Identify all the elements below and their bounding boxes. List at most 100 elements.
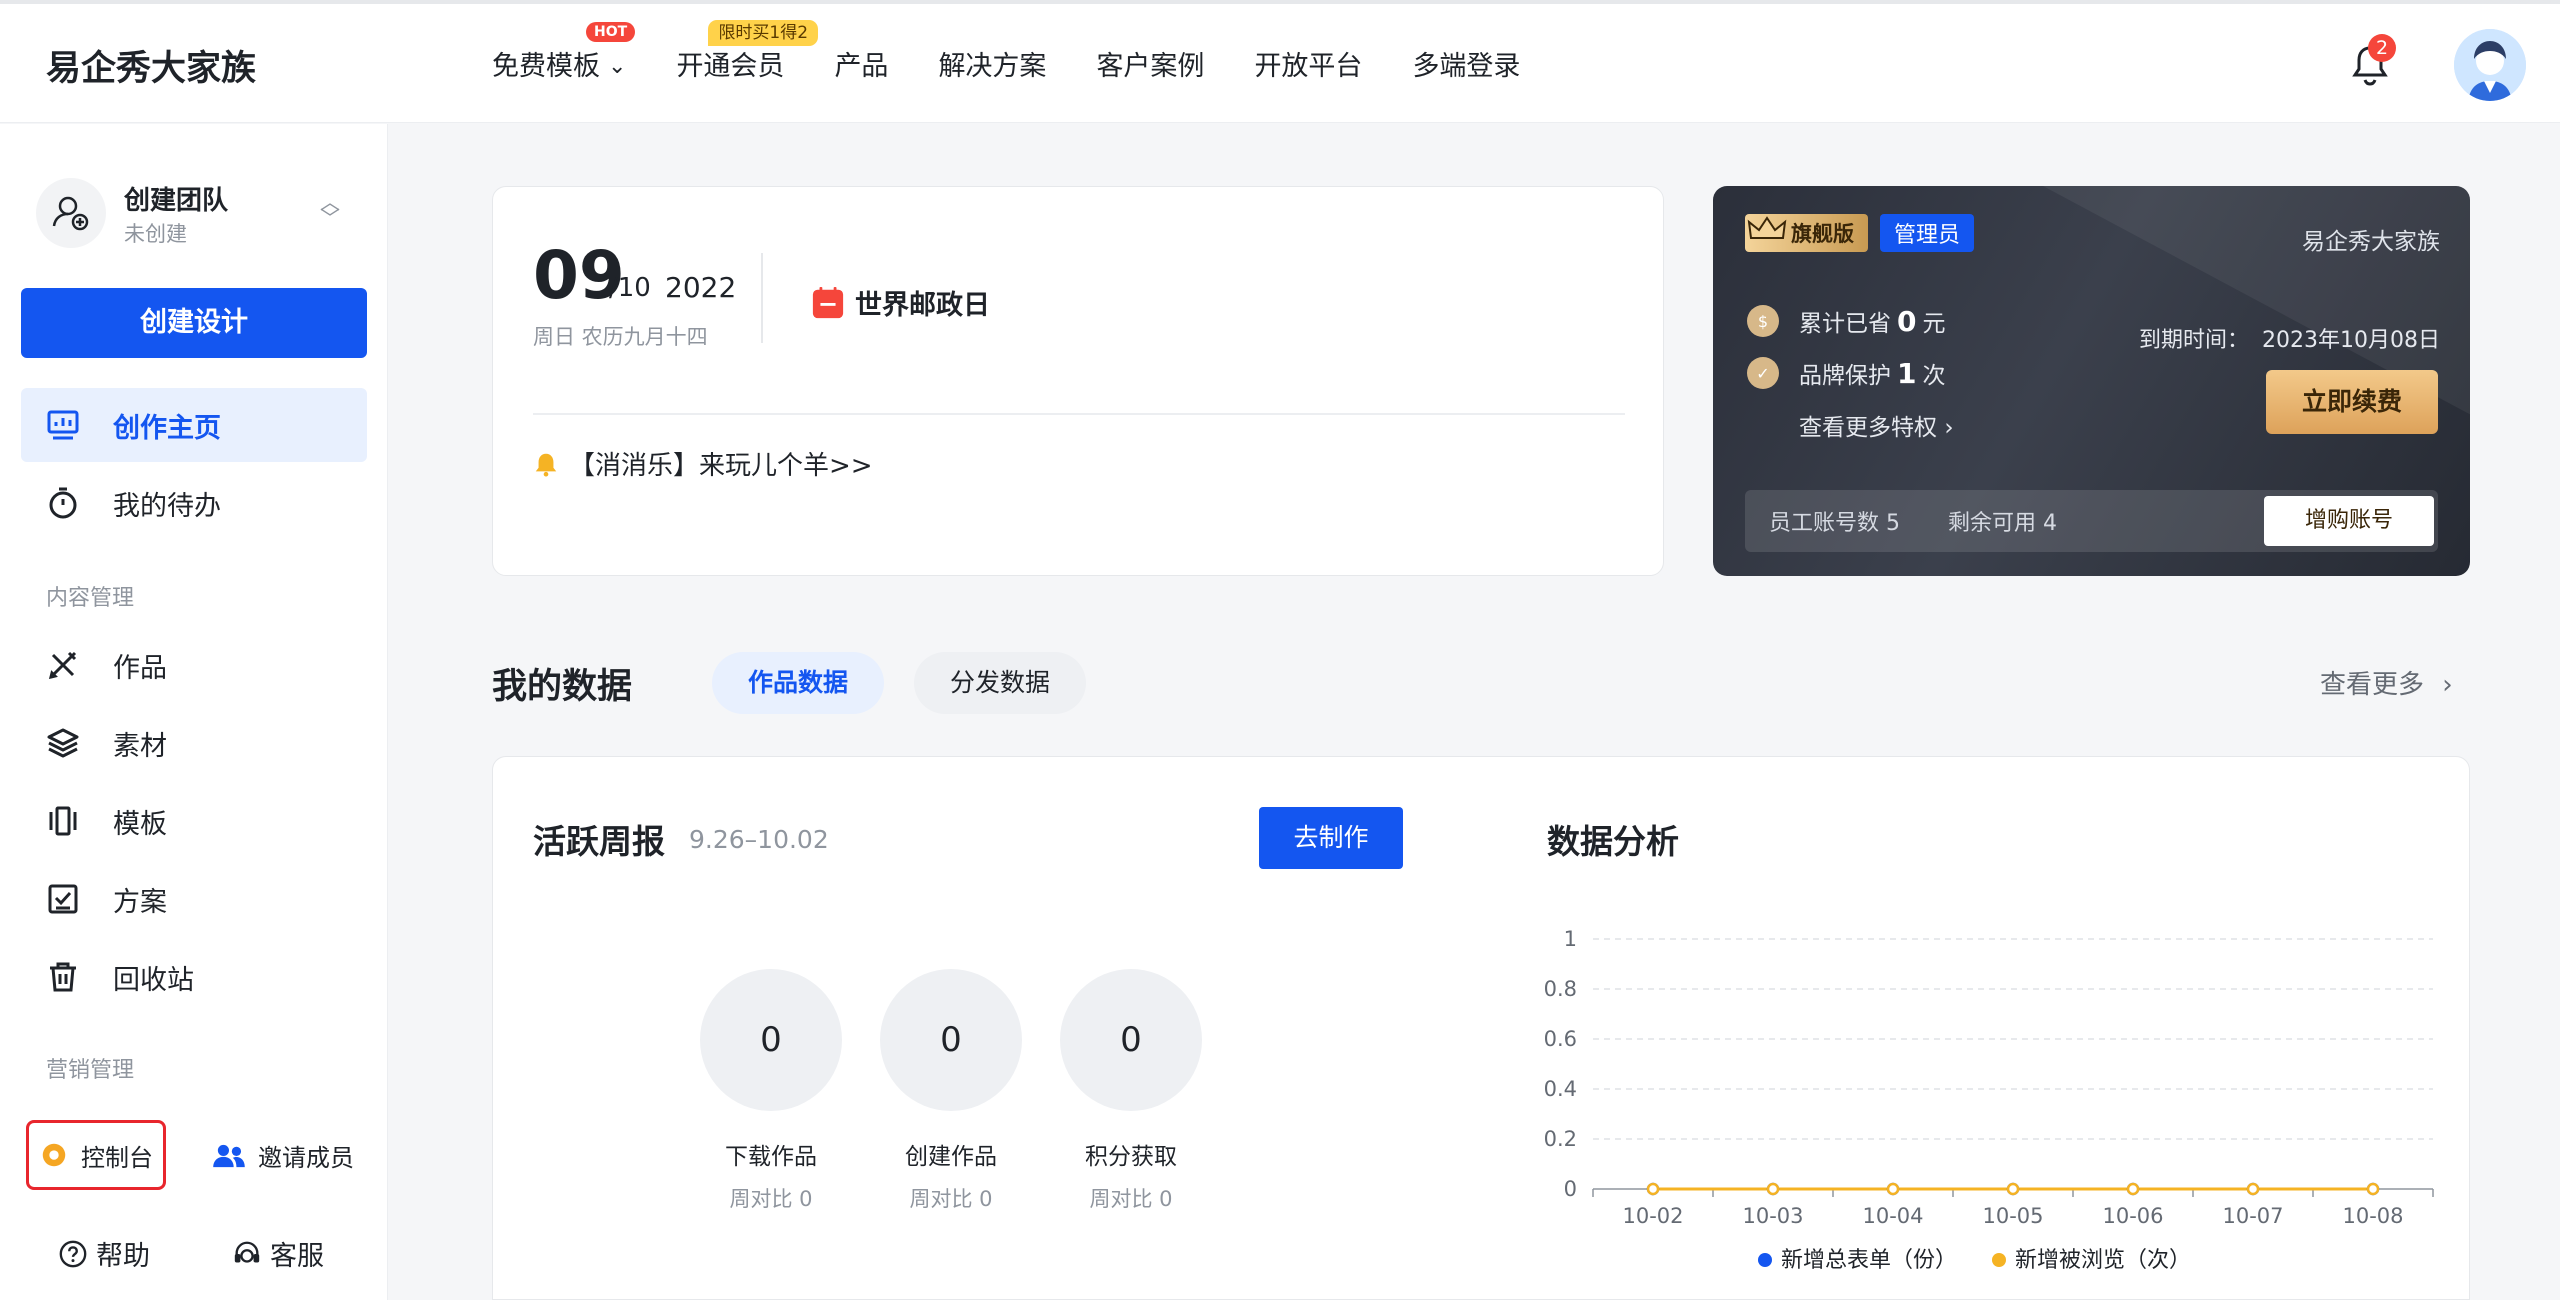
stats-card: 活跃周报 9.26–10.02 去制作 0 下载作品 周对比 0 0 创建作品 … — [492, 756, 2470, 1300]
users-icon — [213, 1144, 245, 1167]
stat-label: 积分获取 — [1085, 1144, 1177, 1170]
analysis-title: 数据分析 — [1547, 822, 1679, 861]
hot-badge: HOT — [586, 22, 636, 42]
notice-text: 【消消乐】来玩儿个羊>> — [569, 451, 873, 481]
role-badge: 管理员 — [1880, 214, 1975, 252]
expire-label: 到期时间： — [2139, 328, 2250, 353]
legend-marker — [1758, 1253, 1772, 1267]
data-point — [1766, 1182, 1780, 1196]
holiday[interactable]: 世界邮政日 — [811, 283, 990, 322]
dashboard-icon — [43, 405, 83, 445]
stat-compare: 周对比 0 — [909, 1187, 993, 1211]
sidebar-item-plans[interactable]: 方案 — [21, 862, 367, 936]
nav-label: 开通会员 — [676, 51, 785, 82]
team-status: 未创建 — [124, 222, 187, 246]
invite-members-button[interactable]: 邀请成员 — [212, 1138, 354, 1173]
y-tick-label: 0.2 — [1544, 1127, 1577, 1151]
vip-card: 旗舰版 管理员 易企秀大家族 $ 累计已省 0 元 ✓ 品牌保护 1 次 查看更… — [1713, 186, 2470, 576]
see-more-label: 查看更多 — [2320, 670, 2425, 700]
data-point — [1646, 1182, 1660, 1196]
nav-label: 免费模板 — [492, 51, 600, 82]
x-tick-label: 10-05 — [1982, 1204, 2043, 1228]
stat-value: 0 — [700, 969, 842, 1111]
user-avatar-icon — [2454, 29, 2526, 101]
invite-label: 邀请成员 — [258, 1144, 354, 1172]
seats-remaining: 剩余可用 4 — [1948, 511, 2057, 536]
expand-arrows-icon: ︿ ﹀ — [320, 190, 340, 230]
lunar-date: 周日 农历九月十四 — [533, 325, 708, 349]
sidebar-item-trash[interactable]: 回收站 — [21, 940, 367, 1014]
vip-level-badge: 旗舰版 — [1745, 214, 1868, 252]
nav-multi-login[interactable]: 多端登录 — [1412, 44, 1520, 83]
help-link[interactable]: 帮助 — [58, 1234, 150, 1273]
divider — [761, 253, 763, 343]
sidebar-item-works[interactable]: 作品 — [21, 628, 367, 702]
x-tick-label: 10-06 — [2102, 1204, 2163, 1228]
tools-icon — [43, 645, 83, 685]
data-point — [2246, 1182, 2260, 1196]
legend-marker — [1992, 1253, 2006, 1267]
stat-value: 0 — [1060, 969, 1202, 1111]
sidebar-item-materials[interactable]: 素材 — [21, 706, 367, 780]
nav-open-platform[interactable]: 开放平台 — [1254, 44, 1362, 83]
bell-icon — [535, 453, 557, 477]
help-label: 帮助 — [96, 1241, 150, 1272]
main-nav: 免费模板 ⌄ HOT 开通会员 限时买1得2 产品 解决方案 客户案例 开放平台 … — [492, 20, 1570, 83]
x-tick-label: 10-03 — [1742, 1204, 1803, 1228]
avatar[interactable] — [2454, 29, 2526, 101]
x-tick-label: 10-07 — [2222, 1204, 2283, 1228]
headset-icon — [234, 1241, 260, 1263]
buy-accounts-button[interactable]: 增购账号 — [2264, 496, 2434, 546]
vip-brand: 易企秀大家族 — [2302, 229, 2440, 255]
tab-works-data[interactable]: 作品数据 — [712, 652, 884, 714]
analysis-line-chart: 0 0.2 0.4 0.6 0.8 1 10-02 10-03 10-04 10-05 10-06 1… — [1544, 927, 2434, 1273]
nav-products[interactable]: 产品 — [834, 44, 888, 83]
layers-icon — [43, 723, 83, 763]
nav-membership[interactable]: 开通会员 限时买1得2 — [676, 20, 819, 83]
tab-distribution-data[interactable]: 分发数据 — [914, 652, 1086, 714]
data-point — [2366, 1182, 2380, 1196]
console-button[interactable]: 控制台 — [26, 1120, 166, 1190]
create-design-button[interactable]: 创建设计 — [21, 288, 367, 358]
service-label: 客服 — [270, 1241, 324, 1272]
data-point — [2006, 1182, 2020, 1196]
x-tick-label: 10-08 — [2342, 1204, 2403, 1228]
nav-solutions[interactable]: 解决方案 — [938, 44, 1046, 83]
stat-label: 创建作品 — [905, 1144, 997, 1170]
brand-protection: ✓ 品牌保护 1 次 — [1747, 356, 1945, 390]
y-tick-label: 1 — [1564, 927, 1577, 951]
saved-label: 累计已省 — [1799, 311, 1891, 337]
see-more-link[interactable]: 查看更多 › — [2320, 664, 2453, 701]
expire-info: 到期时间： 2023年10月08日 — [2139, 322, 2440, 354]
holiday-label: 世界邮政日 — [855, 290, 990, 321]
seats-bar: 员工账号数 5 剩余可用 4 增购账号 — [1745, 490, 2438, 552]
calendar-icon — [812, 286, 844, 318]
console-label: 控制台 — [81, 1143, 153, 1172]
saved-amount: $ 累计已省 0 元 — [1747, 304, 1945, 338]
expire-date: 2023年10月08日 — [2262, 328, 2440, 353]
customer-service-link[interactable]: 客服 — [232, 1234, 324, 1273]
sidebar-item-todo[interactable]: 我的待办 — [21, 466, 367, 540]
gear-icon — [42, 1143, 66, 1167]
more-privileges-link[interactable]: 查看更多特权 › — [1799, 408, 1954, 442]
sidebar-item-label: 作品 — [113, 652, 167, 684]
stat-compare: 周对比 0 — [729, 1187, 813, 1211]
sidebar-item-home[interactable]: 创作主页 — [21, 388, 367, 462]
sidebar-item-templates[interactable]: 模板 — [21, 784, 367, 858]
go-create-button[interactable]: 去制作 — [1259, 807, 1403, 869]
nav-free-templates[interactable]: 免费模板 ⌄ HOT — [492, 22, 636, 83]
renew-button[interactable]: 立即续费 — [2266, 370, 2438, 434]
team-switcher[interactable]: 创建团队 未创建 ︿ ﹀ — [36, 174, 366, 250]
nav-cases[interactable]: 客户案例 — [1096, 44, 1204, 83]
chevron-right-icon: › — [1944, 415, 1954, 441]
y-tick-label: 0.6 — [1544, 1027, 1577, 1051]
crown-icon — [1747, 216, 1787, 239]
x-tick-label: 10-04 — [1862, 1204, 1923, 1228]
x-tick-label: 10-02 — [1622, 1204, 1683, 1228]
legend-label: 新增被浏览（次） — [2015, 1248, 2191, 1273]
stat-downloads: 0 下载作品 周对比 0 — [671, 969, 871, 1213]
data-point — [2126, 1182, 2140, 1196]
question-circle-icon — [59, 1240, 87, 1267]
y-tick-label: 0 — [1564, 1177, 1577, 1201]
notice-link[interactable]: 【消消乐】来玩儿个羊>> — [533, 445, 873, 482]
